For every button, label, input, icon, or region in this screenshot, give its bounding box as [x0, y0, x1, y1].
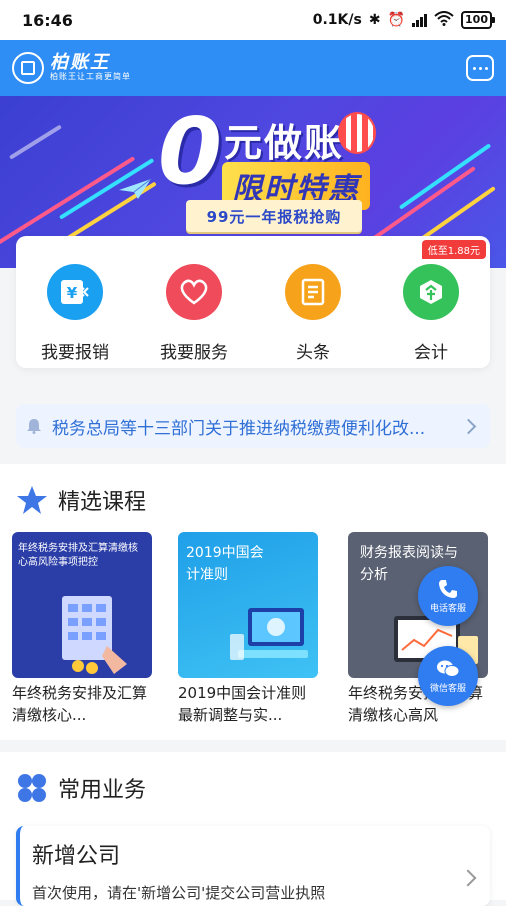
notice-text: 税务总局等十三部门关于推进纳税缴费便利化改...	[52, 418, 426, 439]
add-company-title: 新增公司	[32, 844, 121, 869]
brand-name: 柏账王	[50, 52, 110, 74]
action-reimbursement[interactable]: ¥ 我要报销	[33, 264, 117, 363]
course-thumbnail: 年终税务安排及汇算清缴核心高风险事项把控	[12, 532, 152, 678]
action-service[interactable]: 我要服务	[152, 264, 236, 363]
network-speed: 0.1K/s	[312, 12, 362, 28]
yen-icon: ¥	[47, 264, 103, 320]
wechat-icon	[437, 660, 460, 677]
phone-icon	[439, 579, 457, 598]
document-icon	[285, 264, 341, 320]
wechat-service-button[interactable]: 微信客服	[418, 646, 478, 706]
star-icon	[17, 486, 47, 514]
action-label: 会计	[414, 343, 448, 363]
action-headlines[interactable]: 头条	[271, 264, 355, 363]
action-label: 我要报销	[41, 343, 109, 363]
status-bar: 16:46 0.1K/s ✱ ⏰ 100	[0, 0, 506, 40]
course-title: 年终税务安排及汇算清缴核心...	[12, 684, 148, 724]
course-thumbnail: 2019中国会计准则	[178, 532, 318, 678]
message-icon[interactable]	[466, 55, 494, 81]
svg-text:¥: ¥	[67, 284, 78, 302]
wifi-icon	[434, 10, 454, 30]
paper-plane-icon	[119, 178, 152, 199]
courses-title: 精选课程	[58, 490, 147, 515]
banner-headline: 元做账	[224, 121, 345, 165]
action-label: 我要服务	[160, 343, 228, 363]
brand-tagline: 柏账王让工商更简单	[50, 72, 131, 82]
chevron-right-icon	[460, 418, 477, 434]
course-card[interactable]: 年终税务安排及汇算清缴核心高风险事项把控 年终税务安排及汇算清缴核心...	[12, 532, 152, 726]
courses-header: 精选课程	[16, 484, 146, 516]
thumb-text: 2019中国会计准则	[186, 545, 264, 583]
chevron-right-icon	[459, 869, 477, 887]
course-title: 2019中国会计准则最新调整与实...	[178, 684, 307, 724]
thumb-text: 年终税务安排及汇算清缴核心高风险事项把控	[18, 543, 138, 568]
bluetooth-icon: ✱	[368, 12, 381, 28]
heart-icon	[166, 264, 222, 320]
grid-icon	[18, 774, 46, 802]
action-label: 头条	[296, 343, 330, 363]
phone-service-button[interactable]: 电话客服	[418, 566, 478, 626]
brand-logo: 柏账王 柏账王让工商更简单	[12, 52, 131, 84]
status-icons: 0.1K/s ✱ ⏰ 100	[312, 10, 495, 30]
logo-icon	[12, 52, 44, 84]
business-header: 常用业务	[16, 772, 146, 804]
wechat-service-label: 微信客服	[429, 683, 466, 694]
banner-zero: 0	[158, 98, 223, 205]
battery-icon: 100	[461, 11, 495, 29]
banner-offer-tag: 99元一年报税抢购	[186, 200, 362, 232]
signal-icon	[412, 13, 428, 27]
add-company-card[interactable]: 新增公司 首次使用，请在'新增公司'提交公司营业执照	[16, 826, 490, 906]
notice-bar[interactable]: 税务总局等十三部门关于推进纳税缴费便利化改...	[16, 404, 490, 448]
app-header: 柏账王 柏账王让工商更简单	[0, 40, 506, 96]
status-time: 16:46	[22, 10, 73, 30]
course-card[interactable]: 2019中国会计准则 2019中国会计准则最新调整与实...	[178, 532, 318, 726]
promo-badge: 低至1.88元	[421, 240, 486, 259]
business-title: 常用业务	[58, 778, 147, 803]
balloon-icon	[338, 112, 376, 154]
bell-icon	[27, 419, 41, 434]
quick-actions-card: ¥ 我要报销 我要服务 头条 会计	[16, 236, 490, 368]
action-accounting[interactable]: 会计	[389, 264, 473, 363]
alarm-icon: ⏰	[387, 12, 406, 28]
phone-service-label: 电话客服	[429, 603, 466, 614]
leaf-badge-icon	[403, 264, 459, 320]
